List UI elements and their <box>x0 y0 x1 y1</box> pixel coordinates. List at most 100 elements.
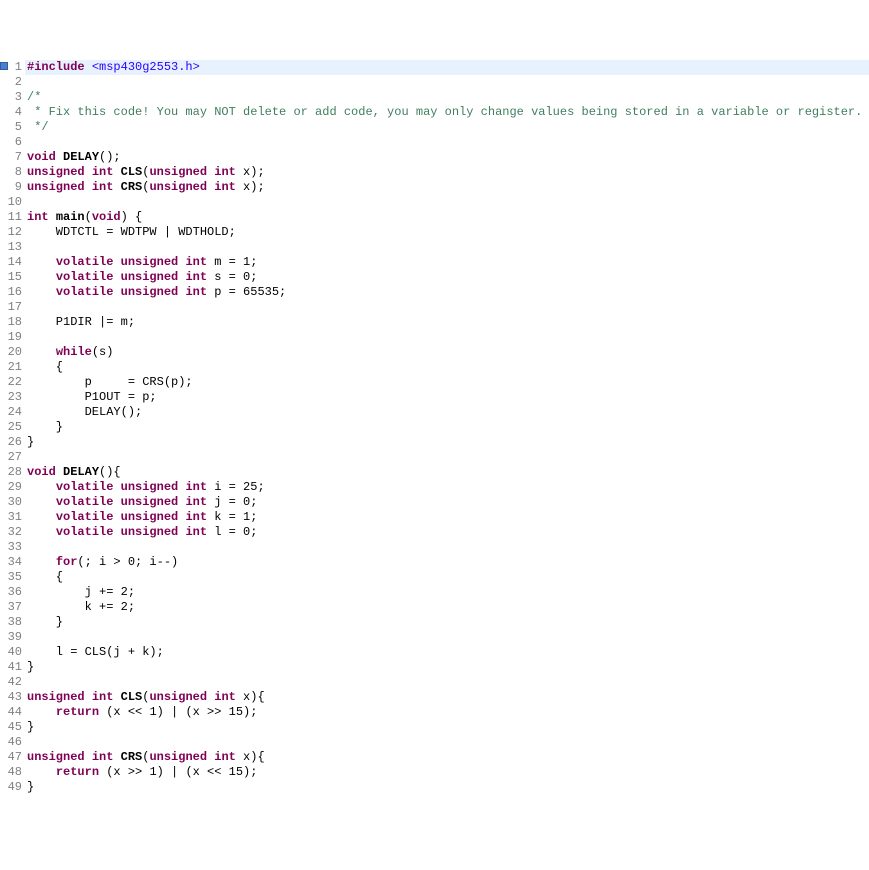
code-line[interactable]: 48 return (x >> 1) | (x << 15); <box>0 765 869 780</box>
code-line[interactable]: 8unsigned int CLS(unsigned int x); <box>0 165 869 180</box>
code-line[interactable]: 29 volatile unsigned int i = 25; <box>0 480 869 495</box>
code-line[interactable]: 6 <box>0 135 869 150</box>
code-line[interactable]: 2 <box>0 75 869 90</box>
code-content[interactable]: for(; i > 0; i--) <box>25 555 869 570</box>
code-line[interactable]: 34 for(; i > 0; i--) <box>0 555 869 570</box>
code-line[interactable]: 11int main(void) { <box>0 210 869 225</box>
code-content[interactable]: volatile unsigned int m = 1; <box>25 255 869 270</box>
code-line[interactable]: 26} <box>0 435 869 450</box>
code-content[interactable]: } <box>25 420 869 435</box>
code-content[interactable]: * Fix this code! You may NOT delete or a… <box>25 105 869 120</box>
code-content[interactable]: return (x << 1) | (x >> 15); <box>25 705 869 720</box>
token-punct <box>56 465 63 479</box>
code-line[interactable]: 4 * Fix this code! You may NOT delete or… <box>0 105 869 120</box>
code-line[interactable]: 10 <box>0 195 869 210</box>
code-line[interactable]: 25 } <box>0 420 869 435</box>
code-content[interactable]: unsigned int CRS(unsigned int x){ <box>25 750 869 765</box>
code-line[interactable]: 21 { <box>0 360 869 375</box>
code-line[interactable]: 20 while(s) <box>0 345 869 360</box>
code-content[interactable]: unsigned int CRS(unsigned int x); <box>25 180 869 195</box>
code-line[interactable]: 36 j += 2; <box>0 585 869 600</box>
code-line[interactable]: 38 } <box>0 615 869 630</box>
code-line[interactable]: 42 <box>0 675 869 690</box>
code-line[interactable]: 47unsigned int CRS(unsigned int x){ <box>0 750 869 765</box>
code-content[interactable]: volatile unsigned int p = 65535; <box>25 285 869 300</box>
code-content[interactable]: int main(void) { <box>25 210 869 225</box>
line-number: 14 <box>0 255 25 270</box>
code-content[interactable]: } <box>25 435 869 450</box>
code-line[interactable]: 7void DELAY(); <box>0 150 869 165</box>
code-content[interactable]: void DELAY(){ <box>25 465 869 480</box>
code-content[interactable]: l = CLS(j + k); <box>25 645 869 660</box>
code-line[interactable]: 16 volatile unsigned int p = 65535; <box>0 285 869 300</box>
token-kw: unsigned <box>121 495 179 509</box>
code-content[interactable]: j += 2; <box>25 585 869 600</box>
code-line[interactable]: 33 <box>0 540 869 555</box>
code-content[interactable]: } <box>25 720 869 735</box>
code-line[interactable]: 46 <box>0 735 869 750</box>
token-punct: x){ <box>236 690 265 704</box>
code-content[interactable]: { <box>25 570 869 585</box>
code-line[interactable]: 23 P1OUT = p; <box>0 390 869 405</box>
code-content[interactable]: { <box>25 360 869 375</box>
code-content[interactable]: volatile unsigned int k = 1; <box>25 510 869 525</box>
code-content[interactable]: #include <msp430g2553.h> <box>25 60 869 75</box>
code-line[interactable]: 12 WDTCTL = WDTPW | WDTHOLD; <box>0 225 869 240</box>
token-kw: volatile <box>56 285 114 299</box>
code-line[interactable]: 27 <box>0 450 869 465</box>
code-line[interactable]: 35 { <box>0 570 869 585</box>
code-line[interactable]: 37 k += 2; <box>0 600 869 615</box>
code-line[interactable]: 24 DELAY(); <box>0 405 869 420</box>
code-content[interactable]: void DELAY(); <box>25 150 869 165</box>
code-content[interactable]: P1DIR |= m; <box>25 315 869 330</box>
code-content[interactable]: } <box>25 660 869 675</box>
code-content[interactable]: volatile unsigned int l = 0; <box>25 525 869 540</box>
code-content[interactable]: volatile unsigned int i = 25; <box>25 480 869 495</box>
code-line[interactable]: 18 P1DIR |= m; <box>0 315 869 330</box>
code-line[interactable]: 32 volatile unsigned int l = 0; <box>0 525 869 540</box>
line-number: 33 <box>0 540 25 555</box>
code-line[interactable]: 5 */ <box>0 120 869 135</box>
token-punct: { <box>27 360 63 374</box>
code-content[interactable]: WDTCTL = WDTPW | WDTHOLD; <box>25 225 869 240</box>
code-editor[interactable]: 1#include <msp430g2553.h>23/*4 * Fix thi… <box>0 60 869 795</box>
code-content[interactable]: */ <box>25 120 869 135</box>
code-content[interactable]: } <box>25 615 869 630</box>
code-content[interactable]: /* <box>25 90 869 105</box>
code-content[interactable]: DELAY(); <box>25 405 869 420</box>
line-number: 15 <box>0 270 25 285</box>
code-content[interactable]: volatile unsigned int j = 0; <box>25 495 869 510</box>
code-line[interactable]: 43unsigned int CLS(unsigned int x){ <box>0 690 869 705</box>
code-line[interactable]: 22 p = CRS(p); <box>0 375 869 390</box>
token-punct: P1DIR |= m; <box>27 315 135 329</box>
code-content[interactable]: unsigned int CLS(unsigned int x){ <box>25 690 869 705</box>
code-content[interactable]: P1OUT = p; <box>25 390 869 405</box>
code-content[interactable]: unsigned int CLS(unsigned int x); <box>25 165 869 180</box>
code-content[interactable]: volatile unsigned int s = 0; <box>25 270 869 285</box>
code-line[interactable]: 28void DELAY(){ <box>0 465 869 480</box>
token-punct <box>27 270 56 284</box>
code-line[interactable]: 45} <box>0 720 869 735</box>
code-line[interactable]: 44 return (x << 1) | (x >> 15); <box>0 705 869 720</box>
code-content[interactable]: } <box>25 780 869 795</box>
code-line[interactable]: 17 <box>0 300 869 315</box>
code-line[interactable]: 31 volatile unsigned int k = 1; <box>0 510 869 525</box>
code-line[interactable]: 40 l = CLS(j + k); <box>0 645 869 660</box>
code-line[interactable]: 3/* <box>0 90 869 105</box>
code-content[interactable]: return (x >> 1) | (x << 15); <box>25 765 869 780</box>
code-line[interactable]: 49} <box>0 780 869 795</box>
token-punct <box>113 270 120 284</box>
code-content[interactable]: k += 2; <box>25 600 869 615</box>
code-line[interactable]: 1#include <msp430g2553.h> <box>0 60 869 75</box>
code-content[interactable]: p = CRS(p); <box>25 375 869 390</box>
code-line[interactable]: 30 volatile unsigned int j = 0; <box>0 495 869 510</box>
code-line[interactable]: 19 <box>0 330 869 345</box>
code-line[interactable]: 14 volatile unsigned int m = 1; <box>0 255 869 270</box>
token-punct <box>207 750 214 764</box>
code-line[interactable]: 9unsigned int CRS(unsigned int x); <box>0 180 869 195</box>
code-line[interactable]: 13 <box>0 240 869 255</box>
code-line[interactable]: 39 <box>0 630 869 645</box>
code-line[interactable]: 15 volatile unsigned int s = 0; <box>0 270 869 285</box>
code-content[interactable]: while(s) <box>25 345 869 360</box>
code-line[interactable]: 41} <box>0 660 869 675</box>
